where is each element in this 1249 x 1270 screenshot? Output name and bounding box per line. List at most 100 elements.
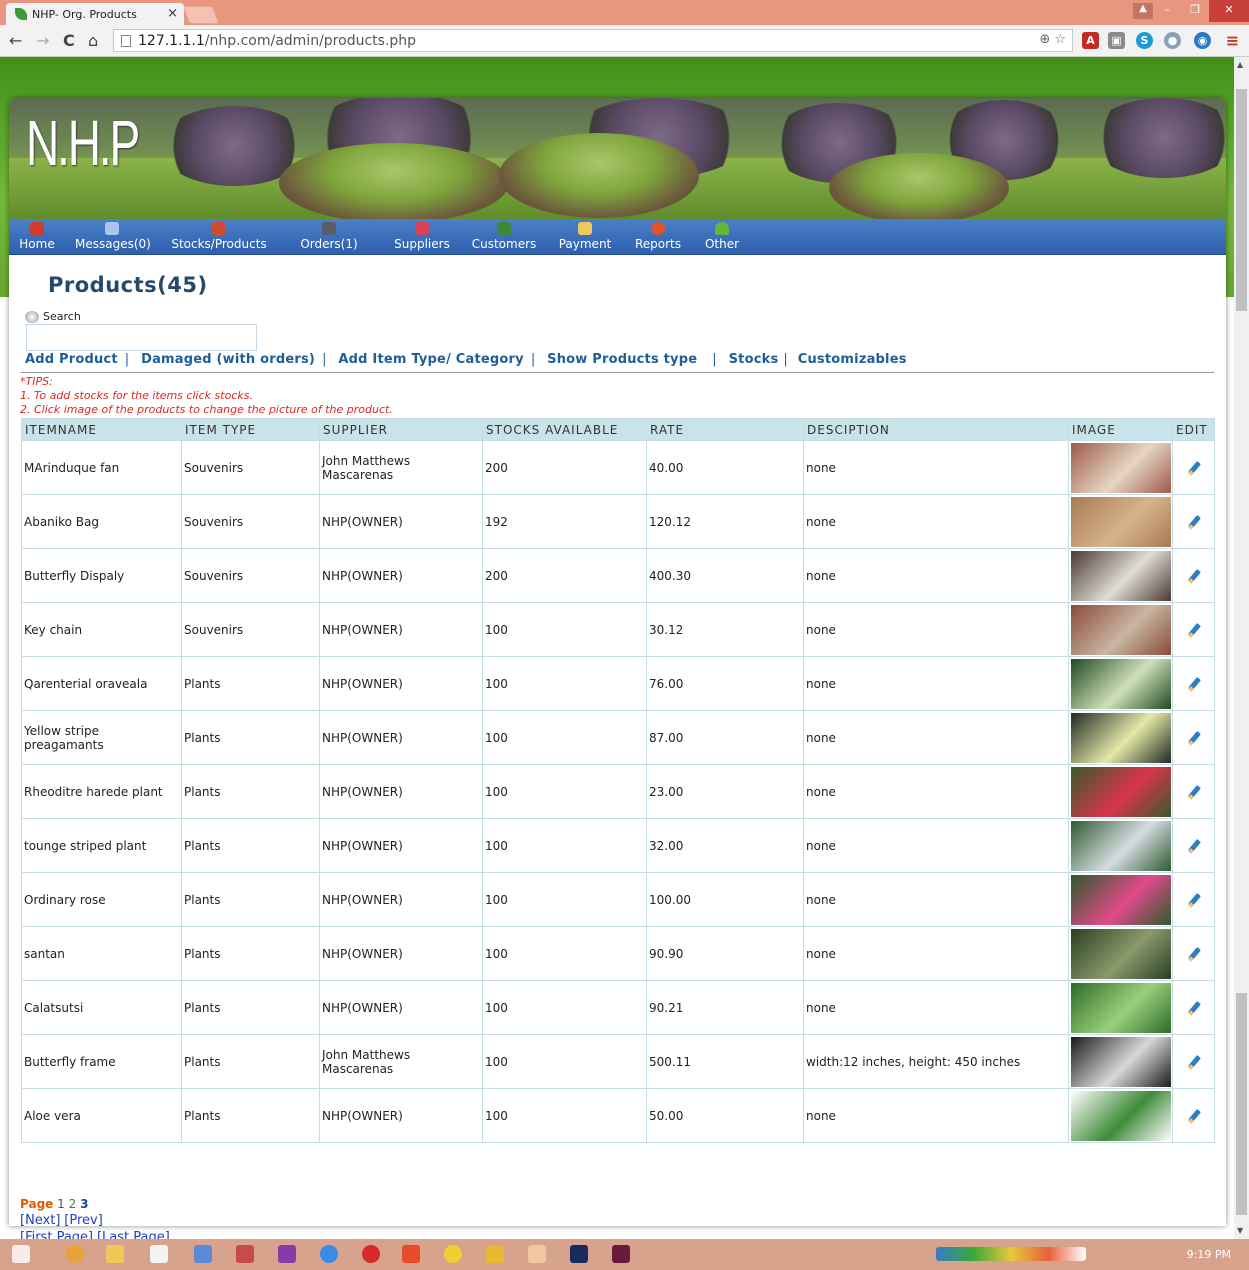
new-tab-button[interactable]	[182, 6, 220, 24]
taskbar-app-icon[interactable]	[66, 1245, 84, 1263]
scroll-down-icon[interactable]: ▼	[1237, 1226, 1243, 1235]
page-icon	[121, 35, 131, 47]
add-item-type-link[interactable]: Add Item Type/ Category	[338, 352, 523, 367]
taskbar-home-icon[interactable]	[150, 1245, 168, 1263]
col-edit[interactable]: EDIT	[1172, 418, 1215, 441]
reload-icon[interactable]: C	[63, 31, 75, 50]
nav-home[interactable]: Home	[19, 219, 55, 255]
user-profile-icon[interactable]: ▲	[1133, 3, 1153, 19]
edit-pencil-icon[interactable]	[1187, 1109, 1201, 1123]
product-image[interactable]	[1071, 604, 1171, 655]
extension-icon[interactable]: ▣	[1108, 32, 1125, 49]
globe-extension-icon[interactable]: ◉	[1194, 32, 1211, 49]
system-tray-icons[interactable]	[936, 1247, 1086, 1261]
edit-pencil-icon[interactable]	[1187, 1055, 1201, 1069]
edit-pencil-icon[interactable]	[1187, 839, 1201, 853]
product-image[interactable]	[1071, 712, 1171, 763]
show-products-type-link[interactable]: Show Products type	[547, 352, 697, 367]
nav-other[interactable]: Other	[702, 219, 742, 255]
customizables-link[interactable]: Customizables	[798, 352, 907, 367]
prev-page-link[interactable]: [Prev]	[64, 1213, 103, 1228]
nav-payment[interactable]: Payment	[557, 219, 613, 255]
chrome-icon[interactable]	[444, 1245, 462, 1263]
edit-pencil-icon[interactable]	[1187, 677, 1201, 691]
nav-reports[interactable]: Reports	[633, 219, 683, 255]
taskbar-app-icon[interactable]	[402, 1245, 420, 1263]
maximize-icon[interactable]: ❐	[1181, 0, 1209, 22]
edit-pencil-icon[interactable]	[1187, 785, 1201, 799]
nav-suppliers[interactable]: Suppliers	[392, 219, 452, 255]
product-image[interactable]	[1071, 982, 1171, 1033]
close-window-icon[interactable]: ✕	[1209, 0, 1249, 22]
pdf-extension-icon[interactable]: A	[1082, 32, 1099, 49]
col-itemname[interactable]: ITEMNAME	[21, 418, 182, 441]
taskbar-app-icon[interactable]	[486, 1245, 504, 1263]
zoom-star-icon[interactable]: ⊕ ☆	[1039, 32, 1066, 47]
forward-icon[interactable]: →	[36, 31, 49, 50]
col-rate[interactable]: RATE	[646, 418, 804, 441]
edit-pencil-icon[interactable]	[1187, 623, 1201, 637]
menu-icon[interactable]: ≡	[1224, 32, 1241, 49]
taskbar-app-icon[interactable]	[236, 1245, 254, 1263]
last-page-link[interactable]: [Last Page]	[97, 1230, 170, 1239]
product-image[interactable]	[1071, 1036, 1171, 1087]
damaged-link[interactable]: Damaged (with orders)	[141, 352, 315, 367]
product-image[interactable]	[1071, 766, 1171, 817]
add-product-link[interactable]: Add Product	[25, 352, 118, 367]
edit-pencil-icon[interactable]	[1187, 515, 1201, 529]
scrollbar-thumb[interactable]	[1236, 89, 1247, 311]
nav-stocks-products[interactable]: Stocks/Products	[167, 219, 271, 255]
photoshop-icon[interactable]	[570, 1245, 588, 1263]
col-image[interactable]: IMAGE	[1068, 418, 1173, 441]
site-logo[interactable]: N.H.P	[26, 106, 140, 180]
extension-globe-icon[interactable]: ●	[1164, 32, 1181, 49]
page-2-link[interactable]: 2	[69, 1197, 77, 1211]
taskbar-app-icon[interactable]	[194, 1245, 212, 1263]
search-input[interactable]	[26, 324, 257, 351]
cell-itemname: tounge striped plant	[21, 818, 182, 873]
nav-customers[interactable]: Customers	[470, 219, 538, 255]
page-1-link[interactable]: 1	[57, 1197, 65, 1211]
edit-pencil-icon[interactable]	[1187, 947, 1201, 961]
ie-icon[interactable]	[320, 1245, 338, 1263]
stocks-link[interactable]: Stocks	[729, 352, 779, 367]
page-3-link[interactable]: 3	[80, 1197, 88, 1211]
first-page-link[interactable]: [First Page]	[20, 1230, 93, 1239]
taskbar-app-icon[interactable]	[528, 1245, 546, 1263]
scrollbar-thumb-lower[interactable]	[1236, 993, 1247, 1215]
scroll-up-icon[interactable]: ▲	[1237, 60, 1243, 69]
edit-pencil-icon[interactable]	[1187, 893, 1201, 907]
nav-orders[interactable]: Orders(1)	[298, 219, 360, 255]
folder-icon[interactable]	[106, 1245, 124, 1263]
product-image[interactable]	[1071, 874, 1171, 925]
col-stocks[interactable]: STOCKS AVAILABLE	[482, 418, 647, 441]
nav-messages[interactable]: Messages(0)	[75, 219, 151, 255]
edit-pencil-icon[interactable]	[1187, 1001, 1201, 1015]
product-image[interactable]	[1071, 658, 1171, 709]
edit-pencil-icon[interactable]	[1187, 461, 1201, 475]
product-image[interactable]	[1071, 442, 1171, 493]
indesign-icon[interactable]	[612, 1245, 630, 1263]
product-image[interactable]	[1071, 496, 1171, 547]
taskbar-app-icon[interactable]	[278, 1245, 296, 1263]
back-icon[interactable]: ←	[9, 31, 22, 50]
home-icon[interactable]: ⌂	[88, 31, 98, 50]
product-image[interactable]	[1071, 928, 1171, 979]
product-image[interactable]	[1071, 550, 1171, 601]
address-bar[interactable]: 127.1.1.1/nhp.com/admin/products.php ⊕ ☆	[113, 29, 1073, 52]
edit-pencil-icon[interactable]	[1187, 569, 1201, 583]
next-page-link[interactable]: [Next]	[20, 1213, 60, 1228]
page-scrollbar[interactable]: ▲ ▼	[1234, 57, 1249, 1239]
tab-close-icon[interactable]: ×	[167, 6, 178, 21]
col-supplier[interactable]: SUPPLIER	[319, 418, 483, 441]
edit-pencil-icon[interactable]	[1187, 731, 1201, 745]
minimize-icon[interactable]: –	[1153, 0, 1181, 22]
product-image[interactable]	[1071, 1090, 1171, 1141]
opera-icon[interactable]	[362, 1245, 380, 1263]
start-icon[interactable]	[12, 1245, 30, 1263]
col-item-type[interactable]: ITEM TYPE	[181, 418, 320, 441]
browser-tab[interactable]: NHP- Org. Products ×	[6, 3, 184, 25]
col-description[interactable]: DESCIPTION	[803, 418, 1069, 441]
skype-extension-icon[interactable]: S	[1136, 32, 1153, 49]
product-image[interactable]	[1071, 820, 1171, 871]
